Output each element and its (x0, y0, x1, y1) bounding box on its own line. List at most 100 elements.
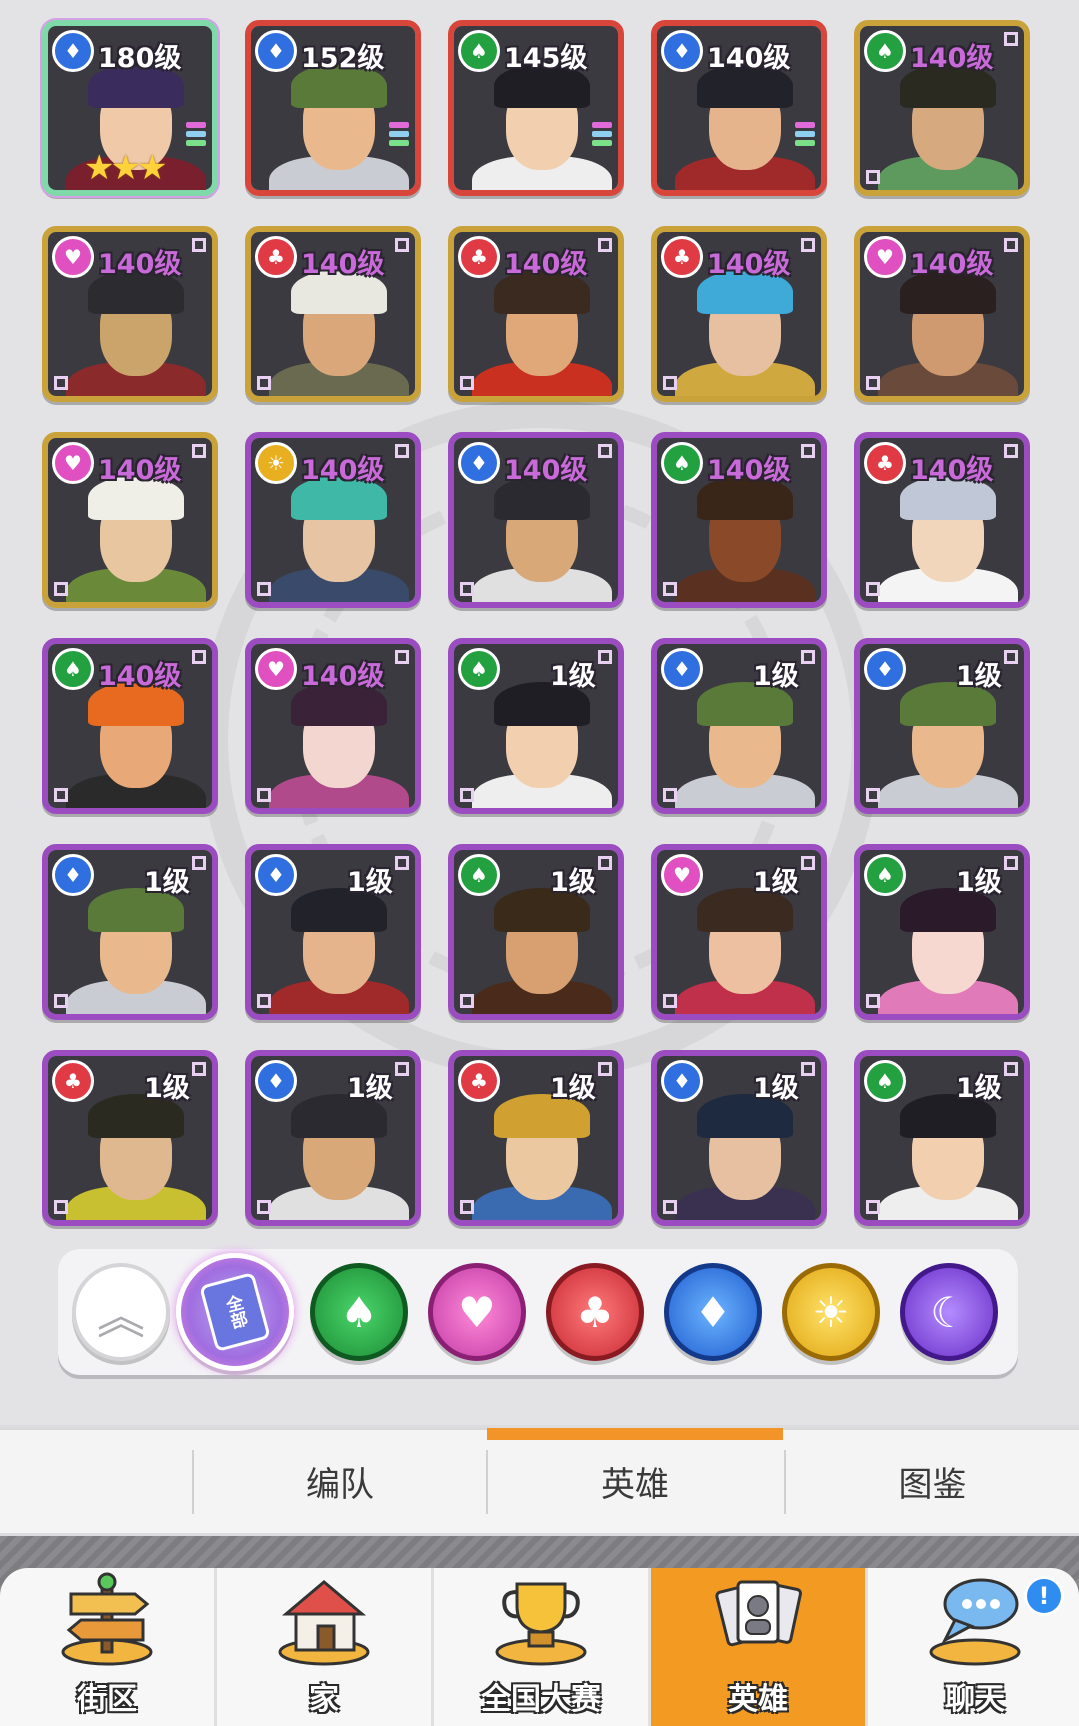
diamond-icon: ♦ (661, 648, 703, 690)
corner-mark (192, 444, 206, 458)
filter-all-button[interactable]: 全部 (176, 1253, 294, 1371)
corner-mark (192, 856, 206, 870)
nav-item-street[interactable]: 街区 (0, 1568, 214, 1726)
corner-mark (663, 788, 677, 802)
corner-mark (1004, 856, 1018, 870)
hero-card[interactable]: ♠ 140级 (42, 638, 218, 814)
corner-mark (598, 238, 612, 252)
hero-card[interactable]: ♣ 140级 (854, 432, 1030, 608)
hero-card[interactable]: ♦ 140级 (448, 432, 624, 608)
hero-card[interactable]: ♥ 1级 (651, 844, 827, 1020)
tab-formation[interactable]: 编队 (194, 1430, 486, 1533)
hero-card[interactable]: ♥ 140级 (42, 226, 218, 402)
hero-card[interactable]: ♦ 180级 ★★★ (42, 20, 218, 196)
hero-card[interactable]: ♦ 1级 (651, 638, 827, 814)
corner-mark (54, 376, 68, 390)
filter-all-label: 全部 (220, 1293, 249, 1332)
hero-card[interactable]: ♠ 140级 (651, 432, 827, 608)
corner-mark (54, 788, 68, 802)
hero-level: 152级 (301, 43, 385, 74)
diamond-icon: ♦ (864, 648, 906, 690)
heart-icon: ♥ (458, 1287, 496, 1337)
corner-mark (395, 856, 409, 870)
corner-mark (257, 1200, 271, 1214)
collapse-up-button[interactable]: ︽ (72, 1263, 170, 1361)
tab-heroes-label: 英雄 (601, 1465, 669, 1505)
tab-heroes[interactable]: 英雄 (488, 1430, 782, 1533)
corner-mark (866, 994, 880, 1008)
hero-level: 145级 (504, 43, 588, 74)
sun-icon: ☀ (255, 442, 297, 484)
spade-icon: ♠ (864, 854, 906, 896)
hero-card[interactable]: ♦ 140级 (651, 20, 827, 196)
hero-card[interactable]: ♥ 140级 (245, 638, 421, 814)
hero-card[interactable]: ♠ 1级 (448, 638, 624, 814)
hero-level: 180级 (98, 43, 182, 74)
hero-level: 1级 (956, 1073, 1002, 1104)
hero-card[interactable]: ♠ 1级 (854, 844, 1030, 1020)
corner-mark (663, 376, 677, 390)
hero-card[interactable]: ♠ 1级 (854, 1050, 1030, 1226)
corner-mark (866, 788, 880, 802)
hero-card[interactable]: ♦ 1级 (245, 844, 421, 1020)
corner-mark (1004, 1062, 1018, 1076)
nav-item-home[interactable]: 家 (217, 1568, 431, 1726)
corner-mark (801, 856, 815, 870)
hero-card[interactable]: ♥ 140级 (42, 432, 218, 608)
heart-icon: ♥ (255, 648, 297, 690)
hero-card[interactable]: ♠ 145级 (448, 20, 624, 196)
nav-item-chat[interactable]: 聊天 ! (868, 1568, 1079, 1726)
club-icon: ♣ (458, 236, 500, 278)
hero-level: 140级 (504, 249, 588, 280)
nav-item-national-tournament[interactable]: 全国大赛 (434, 1568, 648, 1726)
corner-mark (801, 444, 815, 458)
hero-level: 140级 (301, 455, 385, 486)
rank-bars (592, 122, 612, 149)
hero-card[interactable]: ♣ 1级 (42, 1050, 218, 1226)
hero-card[interactable]: ♦ 1级 (651, 1050, 827, 1226)
hero-card[interactable]: ♦ 1级 (854, 638, 1030, 814)
nav-item-heroes[interactable]: 英雄 (651, 1568, 865, 1726)
hero-level: 1级 (550, 867, 596, 898)
hero-card[interactable]: ♣ 1级 (448, 1050, 624, 1226)
filter-moon-button[interactable]: ☾ (900, 1263, 998, 1361)
filter-heart-button[interactable]: ♥ (428, 1263, 526, 1361)
hero-level: 140级 (707, 43, 791, 74)
hero-card[interactable]: ♥ 140级 (854, 226, 1030, 402)
diamond-icon: ♦ (255, 854, 297, 896)
hero-level: 1级 (347, 867, 393, 898)
hero-stars: ★★★ (84, 148, 167, 188)
spade-icon: ♠ (458, 648, 500, 690)
hero-level: 140级 (910, 249, 994, 280)
corner-mark (598, 1062, 612, 1076)
corner-mark (54, 582, 68, 596)
hero-level: 1级 (753, 1073, 799, 1104)
filter-sun-button[interactable]: ☀ (782, 1263, 880, 1361)
hero-card[interactable]: ♦ 1级 (42, 844, 218, 1020)
tab-collection[interactable]: 图鉴 (786, 1430, 1079, 1533)
hero-card[interactable]: ♠ 140级 (854, 20, 1030, 196)
filter-spade-button[interactable]: ♠ (310, 1263, 408, 1361)
hero-card[interactable]: ☀ 140级 (245, 432, 421, 608)
corner-mark (395, 444, 409, 458)
nav-item-label: 英雄 (728, 1682, 788, 1717)
bottom-nav: 街区 家 全国大赛 英雄 聊天 ! (0, 1568, 1079, 1726)
club-icon: ♣ (576, 1287, 614, 1337)
diamond-icon: ♦ (694, 1287, 732, 1337)
hero-card[interactable]: ♦ 1级 (245, 1050, 421, 1226)
filter-club-button[interactable]: ♣ (546, 1263, 644, 1361)
hero-card[interactable]: ♣ 140级 (245, 226, 421, 402)
all-cards-icon: 全部 (199, 1271, 271, 1353)
hero-level: 1级 (144, 1073, 190, 1104)
spade-icon: ♠ (661, 442, 703, 484)
hero-card[interactable]: ♦ 152级 (245, 20, 421, 196)
filter-diamond-button[interactable]: ♦ (664, 1263, 762, 1361)
corner-mark (460, 994, 474, 1008)
hero-card[interactable]: ♣ 140级 (448, 226, 624, 402)
notification-badge-text: ! (1038, 1582, 1050, 1610)
club-icon: ♣ (255, 236, 297, 278)
hero-level: 140级 (504, 455, 588, 486)
hero-level: 140级 (910, 455, 994, 486)
hero-card[interactable]: ♠ 1级 (448, 844, 624, 1020)
hero-card[interactable]: ♣ 140级 (651, 226, 827, 402)
